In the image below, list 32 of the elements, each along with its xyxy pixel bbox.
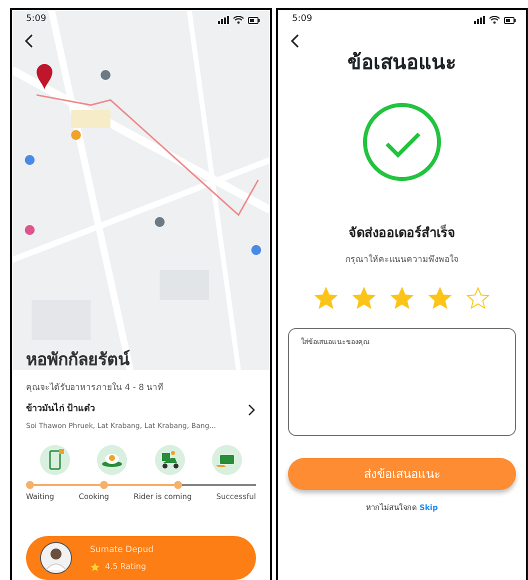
signal-icon [218,16,229,24]
chevron-right-icon[interactable] [248,404,256,416]
star-icon[interactable] [428,286,452,310]
place-title: หอพักกัลยรัตน์ [26,350,131,370]
star-icon[interactable] [352,286,376,310]
battery-icon [504,16,516,24]
rating-prompt: กรุณาให้คะแนนความพึงพอใจ [344,254,460,266]
success-text: จัดส่งออเดอร์สำเร็จ [348,224,456,243]
page-title: ข้อเสนอแนะ [346,50,458,74]
rating-text: 4.5 Rating [105,560,146,573]
submit-button[interactable]: ส่งข้อเสนอแนะ [288,458,516,490]
avatar [40,542,72,574]
status-time: 5:09 [26,13,46,26]
shop-name: ข้าวมันไก่ ป้าแต๋ว [26,403,96,416]
status-time: 5:09 [292,13,312,26]
eta-text: คุณจะได้รับอาหารภายใน 4 - 8 นาที [26,382,165,396]
fried-egg-icon [97,445,128,476]
wifi-icon [233,16,244,24]
check-circle-icon [362,102,442,182]
battery-icon [248,16,260,24]
scooter-rider-icon [154,445,185,476]
empty-star-icon[interactable] [466,286,490,310]
back-icon[interactable] [24,34,34,48]
star-icon[interactable] [390,286,414,310]
back-icon[interactable] [290,34,300,48]
signal-icon [474,16,485,24]
star-icon[interactable] [314,286,338,310]
wifi-icon [489,16,500,24]
star-icon [90,562,100,572]
phone-icon [40,445,70,476]
cash-icon [212,445,242,476]
rider-name: Sumate Depud [90,544,154,557]
